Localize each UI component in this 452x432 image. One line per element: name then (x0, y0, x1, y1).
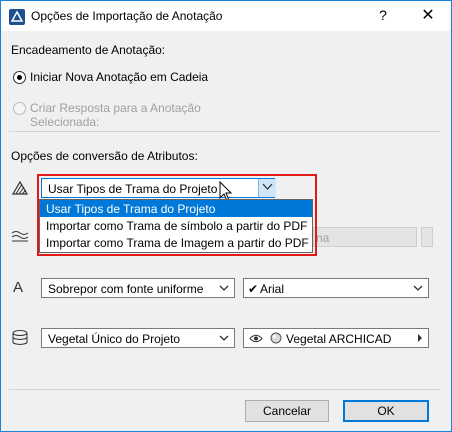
section-separator (9, 131, 441, 132)
material-swatch-icon (270, 332, 282, 344)
surface-layers-icon (12, 330, 28, 345)
cancel-button[interactable]: Cancelar (245, 400, 329, 422)
radio-reply (13, 102, 26, 115)
radio-new-chain-label[interactable]: Iniciar Nova Anotação em Cadeia (30, 70, 208, 84)
chevron-down-icon (413, 285, 423, 291)
conversion-heading: Opções de conversão de Atributos: (11, 149, 198, 163)
chaining-heading: Encadeamento de Anotação: (11, 43, 166, 57)
chevron-right-icon (418, 334, 422, 342)
font-value: Arial (260, 282, 285, 296)
dialog-title: Opções de Importação de Anotação (31, 9, 223, 23)
fill-pattern-icon (11, 231, 29, 242)
chevron-down-icon (219, 285, 229, 291)
fill-detail-disabled-control: na (313, 227, 417, 247)
font-mode-combo[interactable]: Sobrepor com fonte uniforme (41, 278, 235, 298)
radio-new-chain[interactable] (13, 71, 26, 84)
eye-icon (249, 334, 263, 343)
chevron-down-icon (219, 335, 229, 341)
text-font-icon: A (13, 279, 24, 296)
surface-mode-value: Vegetal Único do Projeto (48, 332, 181, 346)
dialog-body: Encadeamento de Anotação: Iniciar Nova A… (1, 31, 451, 431)
font-combo[interactable]: ✔ Arial (243, 278, 429, 298)
import-options-dialog: Opções de Importação de Anotação ? ✕ Enc… (0, 0, 452, 432)
ok-button[interactable]: OK (343, 400, 429, 422)
surface-material-combo[interactable]: Vegetal ARCHICAD (243, 328, 429, 348)
highlight-box (37, 174, 317, 256)
footer-separator (9, 389, 441, 390)
surface-material-value: Vegetal ARCHICAD (286, 332, 392, 346)
font-check-icon: ✔ (248, 282, 259, 296)
font-mode-value: Sobrepor com fonte uniforme (48, 282, 204, 296)
title-bar: Opções de Importação de Anotação ? ✕ (1, 1, 451, 31)
archicad-app-icon (9, 9, 25, 25)
help-button[interactable]: ? (371, 7, 395, 25)
fill-type-icon (11, 180, 29, 195)
fill-detail-fragment: na (316, 231, 330, 245)
radio-reply-label: Criar Resposta para a Anotação Seleciona… (30, 101, 201, 129)
surface-mode-combo[interactable]: Vegetal Único do Projeto (41, 328, 235, 348)
close-button[interactable]: ✕ (413, 5, 443, 27)
fill-detail-disabled-arrow (421, 227, 433, 247)
